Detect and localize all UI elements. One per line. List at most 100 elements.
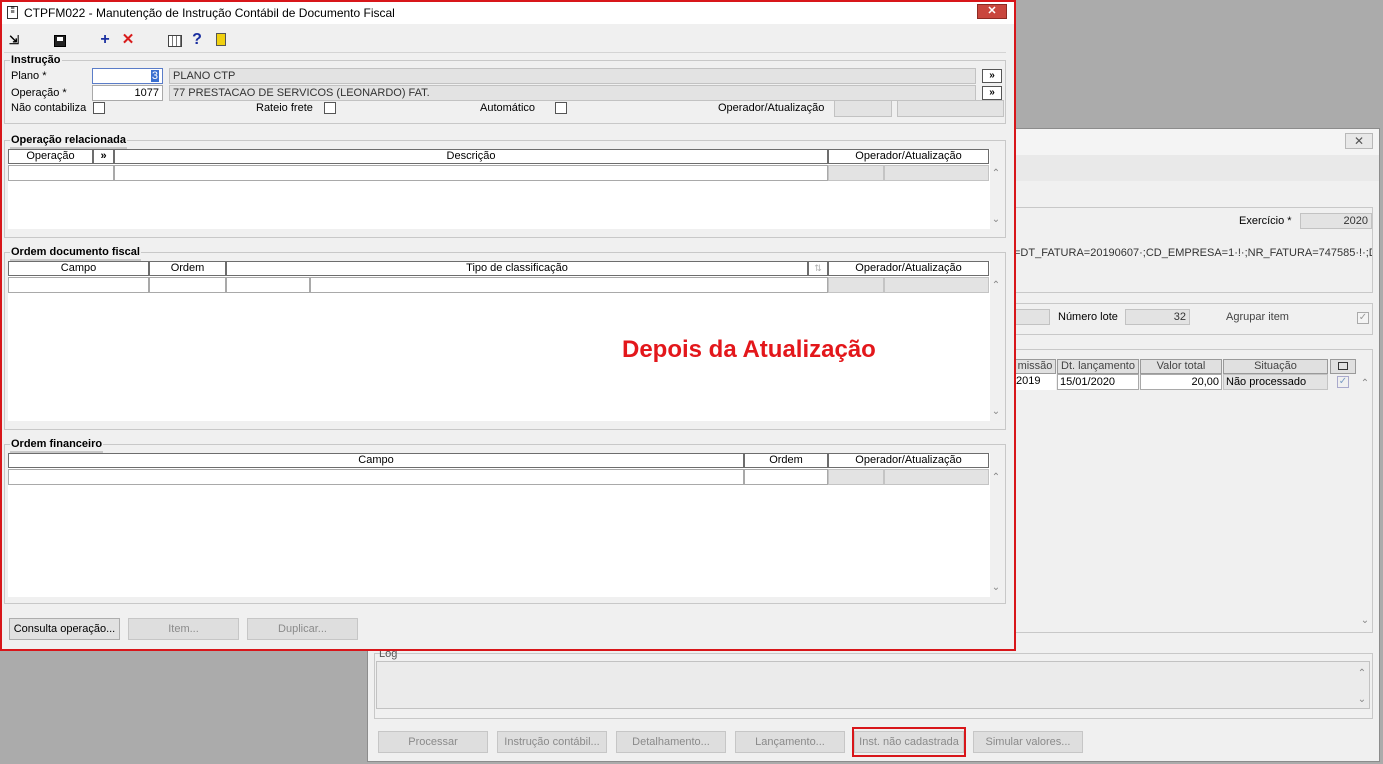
ordfin-scroll-up-icon[interactable]: ⌃ — [990, 472, 1002, 484]
oprel-header-descricao[interactable]: Descrição — [114, 149, 828, 164]
exercicio-label: Exercício * — [1239, 215, 1292, 227]
back-grid-header-select-all[interactable] — [1330, 359, 1356, 374]
operacao-description: 77 PRESTACAO DE SERVICOS (LEONARDO) FAT. — [169, 85, 976, 101]
back-grid-header-valor-total[interactable]: Valor total — [1140, 359, 1222, 374]
plano-description: PLANO CTP — [169, 68, 976, 84]
detalhamento-button[interactable]: Detalhamento... — [616, 731, 726, 753]
orddoc-cell-atualizacao — [884, 277, 989, 293]
back-grid-header-situacao[interactable]: Situação — [1223, 359, 1328, 374]
lancamento-button[interactable]: Lançamento... — [735, 731, 845, 753]
agrupar-item-label: Agrupar item — [1226, 311, 1289, 323]
select-all-box-icon — [1338, 362, 1348, 370]
ordfin-cell-atualizacao — [884, 469, 989, 485]
back-grid-cell-emissao[interactable]: 2019 — [1014, 374, 1056, 390]
ordfin-scroll-down-icon[interactable]: ⌄ — [990, 582, 1002, 594]
consulta-operacao-button[interactable]: Consulta operação... — [9, 618, 120, 640]
oprel-cell-operacao[interactable] — [8, 165, 114, 181]
delete-icon[interactable]: ✕ — [119, 32, 137, 48]
annotation-text: Depois da Atualização — [622, 336, 876, 363]
instrucao-group-title: Instrução — [10, 53, 62, 67]
orddoc-cell-operador — [828, 277, 884, 293]
plano-label: Plano * — [11, 70, 47, 82]
main-close-button[interactable]: ✕ — [977, 4, 1007, 19]
orddoc-header-ordem[interactable]: Ordem — [149, 261, 226, 276]
back-grid-scroll-down-icon[interactable]: ⌄ — [1359, 615, 1371, 627]
orddoc-header-operador[interactable]: Operador/Atualização — [828, 261, 989, 276]
grid-table-icon[interactable] — [166, 32, 184, 48]
oprel-scroll-up-icon[interactable]: ⌃ — [990, 168, 1002, 180]
log-area — [376, 661, 1370, 709]
oprel-cell-atualizacao — [884, 165, 989, 181]
log-scroll-down-icon[interactable]: ⌄ — [1356, 694, 1368, 706]
exit-arrow-icon[interactable]: ⇲ — [5, 32, 23, 48]
operador-atualizacao-label: Operador/Atualização — [718, 102, 825, 114]
orddoc-header-campo[interactable]: Campo — [8, 261, 149, 276]
orddoc-cell-campo[interactable] — [8, 277, 149, 293]
add-icon[interactable]: + — [96, 32, 114, 48]
automatico-label: Automático — [480, 102, 536, 114]
processar-button[interactable]: Processar — [378, 731, 488, 753]
instrucao-contabil-button[interactable]: Instrução contábil... — [497, 731, 607, 753]
ordfin-header-operador[interactable]: Operador/Atualização — [828, 453, 989, 468]
oprel-header-lookup[interactable]: » — [93, 149, 114, 164]
ordem-documento-title: Ordem documento fiscal — [10, 245, 141, 261]
operacao-field[interactable]: 1077 — [92, 85, 163, 101]
back-hidden-field[interactable] — [1014, 309, 1050, 325]
back-grid-row-check-icon[interactable]: ✓ — [1337, 376, 1349, 388]
ordfin-cell-campo[interactable] — [8, 469, 744, 485]
ordem-financeiro-title: Ordem financeiro — [10, 437, 104, 453]
orddoc-header-sort-icon[interactable]: ⇅ — [808, 261, 828, 276]
orddoc-cell-tipo-desc[interactable] — [310, 277, 828, 293]
back-grid-cell-situacao[interactable]: Não processado — [1223, 374, 1328, 390]
document-icon: ≡ ≡ — [7, 5, 18, 19]
orddoc-cell-ordem[interactable] — [149, 277, 226, 293]
help-icon[interactable]: ? — [188, 32, 206, 48]
numero-lote-field[interactable]: 32 — [1125, 309, 1190, 325]
item-button[interactable]: Item... — [128, 618, 239, 640]
log-scroll-up-icon[interactable]: ⌃ — [1356, 668, 1368, 680]
exit-door-icon[interactable] — [212, 32, 230, 48]
back-grid-header-emissao[interactable]: missão — [1014, 359, 1056, 374]
filter-text: =DT_FATURA=20190607·;CD_EMPRESA=1·!·;NR_… — [1014, 247, 1372, 259]
agrupar-item-checkbox[interactable]: ✓ — [1357, 312, 1369, 324]
plano-value: 3 — [150, 70, 159, 82]
ordfin-cell-operador — [828, 469, 884, 485]
orddoc-header-tipo[interactable]: Tipo de classificação — [226, 261, 808, 276]
inst-nao-cadastrada-highlight — [852, 727, 966, 757]
toolbar-separator — [4, 52, 1006, 53]
duplicar-button[interactable]: Duplicar... — [247, 618, 358, 640]
oprel-header-operador[interactable]: Operador/Atualização — [828, 149, 989, 164]
rateio-frete-label: Rateio frete — [256, 102, 313, 114]
plano-lookup-button[interactable]: » — [982, 69, 1002, 83]
ordfin-header-campo[interactable]: Campo — [8, 453, 744, 468]
back-grid-header-dt-lancamento[interactable]: Dt. lançamento — [1057, 359, 1139, 374]
automatico-checkbox[interactable] — [555, 102, 567, 114]
operador-field — [834, 100, 892, 117]
operacao-label: Operação * — [11, 87, 67, 99]
save-icon[interactable] — [51, 32, 69, 48]
rateio-frete-checkbox[interactable] — [324, 102, 336, 114]
operacao-relacionada-title: Operação relacionada — [10, 133, 127, 149]
operacao-lookup-button[interactable]: » — [982, 86, 1002, 100]
ordfin-header-ordem[interactable]: Ordem — [744, 453, 828, 468]
back-grid-cell-valor-total[interactable]: 20,00 — [1140, 374, 1222, 390]
exercicio-field[interactable]: 2020 — [1300, 213, 1372, 229]
main-window-title: CTPFM022 - Manutenção de Instrução Contá… — [24, 6, 395, 20]
oprel-cell-descricao[interactable] — [114, 165, 828, 181]
nao-contabiliza-label: Não contabiliza — [11, 102, 87, 114]
orddoc-scroll-down-icon[interactable]: ⌄ — [990, 406, 1002, 418]
oprel-scroll-down-icon[interactable]: ⌄ — [990, 214, 1002, 226]
oprel-cell-operador — [828, 165, 884, 181]
atualizacao-field — [897, 100, 1004, 117]
ordfin-cell-ordem[interactable] — [744, 469, 828, 485]
numero-lote-label: Número lote — [1058, 311, 1118, 323]
back-grid-cell-dt-lancamento[interactable]: 15/01/2020 — [1057, 374, 1139, 390]
background-close-button[interactable]: ✕ — [1345, 133, 1373, 149]
back-grid-scroll-up-icon[interactable]: ⌃ — [1359, 378, 1371, 390]
orddoc-scroll-up-icon[interactable]: ⌃ — [990, 280, 1002, 292]
nao-contabiliza-checkbox[interactable] — [93, 102, 105, 114]
oprel-header-operacao[interactable]: Operação — [8, 149, 93, 164]
orddoc-cell-tipo-code[interactable] — [226, 277, 310, 293]
plano-field[interactable]: 3 — [92, 68, 163, 84]
simular-valores-button[interactable]: Simular valores... — [973, 731, 1083, 753]
